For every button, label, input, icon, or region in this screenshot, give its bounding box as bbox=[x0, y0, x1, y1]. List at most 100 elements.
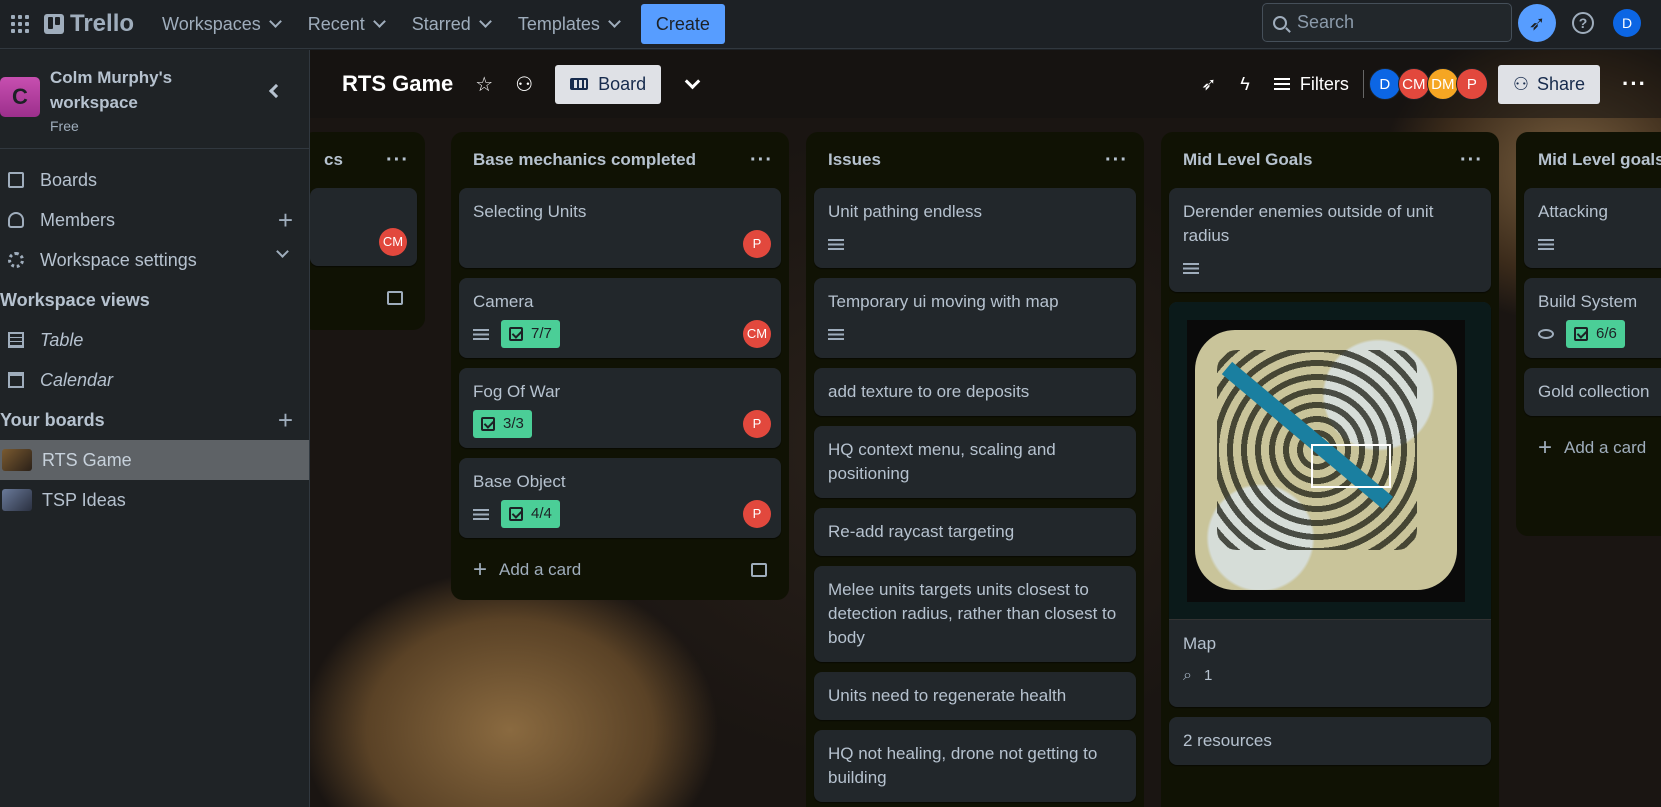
member-avatar[interactable]: P bbox=[1455, 68, 1488, 100]
list: Mid Level Goals ··· Derender enemies outs… bbox=[1161, 132, 1499, 807]
add-card-label: Add a card bbox=[499, 560, 582, 579]
trello-logo[interactable]: Trello bbox=[44, 10, 134, 38]
card[interactable]: add texture to ore deposits bbox=[814, 368, 1136, 416]
divider bbox=[1362, 70, 1364, 98]
card[interactable]: Temporary ui moving with map bbox=[814, 278, 1136, 358]
member-avatar[interactable]: DM bbox=[1426, 68, 1459, 100]
list-menu-icon[interactable]: ··· bbox=[750, 149, 773, 172]
card-badges bbox=[828, 230, 1122, 258]
views-chevron-icon[interactable] bbox=[684, 73, 701, 89]
sidebar-item-label: Workspace settings bbox=[40, 249, 197, 270]
list-title[interactable]: Mid Level Goals bbox=[1183, 150, 1312, 170]
card-template-icon[interactable] bbox=[751, 563, 767, 577]
checklist-count: 3/3 bbox=[503, 415, 524, 432]
account-avatar[interactable]: D bbox=[1613, 9, 1641, 37]
more-icon[interactable]: ··· bbox=[1622, 71, 1647, 97]
list-menu-icon[interactable]: ··· bbox=[1105, 149, 1128, 172]
power-ups-icon[interactable]: ➶ bbox=[1201, 74, 1216, 95]
create-button[interactable]: Create bbox=[640, 4, 725, 44]
card[interactable]: Fog Of War 3/3 P bbox=[459, 368, 781, 448]
visibility-icon[interactable]: ⚇ bbox=[515, 72, 533, 97]
sidebar-item-label: Calendar bbox=[40, 369, 114, 390]
add-card-button[interactable]: + Add a card bbox=[1524, 426, 1661, 470]
sidebar-board-tsp-ideas[interactable]: TSP Ideas bbox=[0, 480, 309, 520]
card[interactable]: Derender enemies outside of unit radius bbox=[1169, 188, 1491, 292]
card[interactable]: Unit pathing endless bbox=[814, 188, 1136, 268]
list-title[interactable]: Base mechanics completed bbox=[473, 150, 696, 170]
sidebar-board-label: RTS Game bbox=[42, 449, 132, 470]
sidebar-board-rts-game[interactable]: RTS Game bbox=[0, 440, 309, 480]
card[interactable]: CM bbox=[310, 188, 417, 266]
member-avatar[interactable]: D bbox=[1368, 68, 1401, 100]
recent-menu[interactable]: Recent bbox=[294, 6, 398, 42]
automation-icon[interactable]: ϟ bbox=[1240, 74, 1250, 95]
logo-text: Trello bbox=[70, 10, 135, 37]
card-title: Units need to regenerate health bbox=[828, 686, 1067, 705]
starred-menu[interactable]: Starred bbox=[398, 6, 504, 42]
star-icon[interactable]: ☆ bbox=[475, 72, 493, 97]
list-menu-icon[interactable]: ··· bbox=[1460, 149, 1483, 172]
member-avatar[interactable]: P bbox=[743, 230, 771, 258]
card[interactable]: Units need to regenerate health bbox=[814, 672, 1136, 720]
list-title[interactable]: Issues bbox=[828, 150, 881, 170]
templates-menu[interactable]: Templates bbox=[504, 6, 633, 42]
sidebar-item-members[interactable]: Members + bbox=[0, 200, 309, 240]
card[interactable]: HQ context menu, scaling and positioning bbox=[814, 426, 1136, 498]
checklist-count: 4/4 bbox=[531, 505, 552, 522]
sidebar-board-label: TSP Ideas bbox=[42, 489, 126, 510]
workspaces-menu[interactable]: Workspaces bbox=[148, 6, 294, 42]
card-title: Derender enemies outside of unit radius bbox=[1183, 202, 1434, 245]
recent-label: Recent bbox=[307, 13, 365, 34]
member-avatar[interactable]: P bbox=[743, 410, 771, 438]
card[interactable]: Base Object 4/4 P bbox=[459, 458, 781, 538]
card-title: Unit pathing endless bbox=[828, 202, 983, 221]
workspace-name-text: Colm Murphy's workspace bbox=[50, 68, 173, 112]
add-board-icon[interactable]: + bbox=[278, 405, 293, 436]
list-menu-icon[interactable]: ··· bbox=[386, 149, 409, 172]
sidebar-item-table[interactable]: Table bbox=[0, 320, 309, 360]
sidebar-item-workspace-settings[interactable]: Workspace settings bbox=[0, 240, 309, 280]
sidebar-item-calendar[interactable]: Calendar bbox=[0, 360, 309, 400]
sidebar-item-boards[interactable]: Boards bbox=[0, 160, 309, 200]
chevron-down-icon bbox=[478, 15, 492, 28]
card[interactable]: HQ not healing, drone not getting to bui… bbox=[814, 730, 1136, 802]
list-header: Issues ··· bbox=[814, 132, 1136, 188]
member-avatar[interactable]: P bbox=[743, 500, 771, 528]
help-icon[interactable]: ? bbox=[1572, 12, 1594, 34]
card[interactable]: 2 resources bbox=[1169, 717, 1491, 765]
workspace-name: Colm Murphy's workspace Free bbox=[50, 65, 210, 148]
app-switcher-icon[interactable] bbox=[4, 8, 36, 40]
card[interactable]: Re-add raycast targeting bbox=[814, 508, 1136, 556]
card-title: Re-add raycast targeting bbox=[828, 522, 1015, 541]
card-template-icon[interactable] bbox=[387, 291, 403, 305]
attachment-icon: ⌕ bbox=[1183, 667, 1192, 684]
collapse-sidebar-icon[interactable] bbox=[268, 83, 284, 99]
add-member-icon[interactable]: + bbox=[278, 205, 293, 236]
search-input[interactable]: Search bbox=[1262, 3, 1512, 42]
sidebar-item-label: Members bbox=[40, 209, 116, 230]
sidebar: C Colm Murphy's workspace Free Boards Me… bbox=[0, 50, 310, 807]
share-button[interactable]: ⚇ Share bbox=[1497, 64, 1601, 104]
list-title[interactable]: cs bbox=[324, 150, 343, 170]
card[interactable]: Attacking bbox=[1524, 188, 1661, 268]
add-card-button[interactable] bbox=[310, 276, 417, 320]
card-title: Attacking bbox=[1538, 202, 1608, 221]
card[interactable]: Melee units targets units closest to det… bbox=[814, 566, 1136, 662]
list-title[interactable]: Mid Level goals bbox=[1538, 150, 1661, 170]
card[interactable]: Selecting Units P bbox=[459, 188, 781, 268]
card[interactable]: Camera 7/7 CM bbox=[459, 278, 781, 358]
card[interactable]: Gold collection bbox=[1524, 368, 1661, 416]
checklist-icon bbox=[509, 327, 523, 341]
filters-button[interactable]: Filters bbox=[1273, 74, 1349, 95]
member-avatar[interactable]: CM bbox=[1397, 68, 1430, 100]
megaphone-icon[interactable]: ➶ bbox=[1518, 4, 1556, 42]
member-avatar[interactable]: CM bbox=[379, 228, 407, 256]
board-view-button[interactable]: Board bbox=[555, 64, 662, 104]
list-header: Mid Level goals bbox=[1524, 132, 1661, 188]
board-title[interactable]: RTS Game bbox=[342, 71, 453, 97]
plus-icon: + bbox=[1538, 434, 1553, 461]
card[interactable]: Map ⌕ 1 bbox=[1169, 302, 1491, 707]
member-avatar[interactable]: CM bbox=[743, 320, 771, 348]
add-card-button[interactable]: + Add a card bbox=[459, 548, 781, 592]
card[interactable]: Build System 6/6 bbox=[1524, 278, 1661, 358]
